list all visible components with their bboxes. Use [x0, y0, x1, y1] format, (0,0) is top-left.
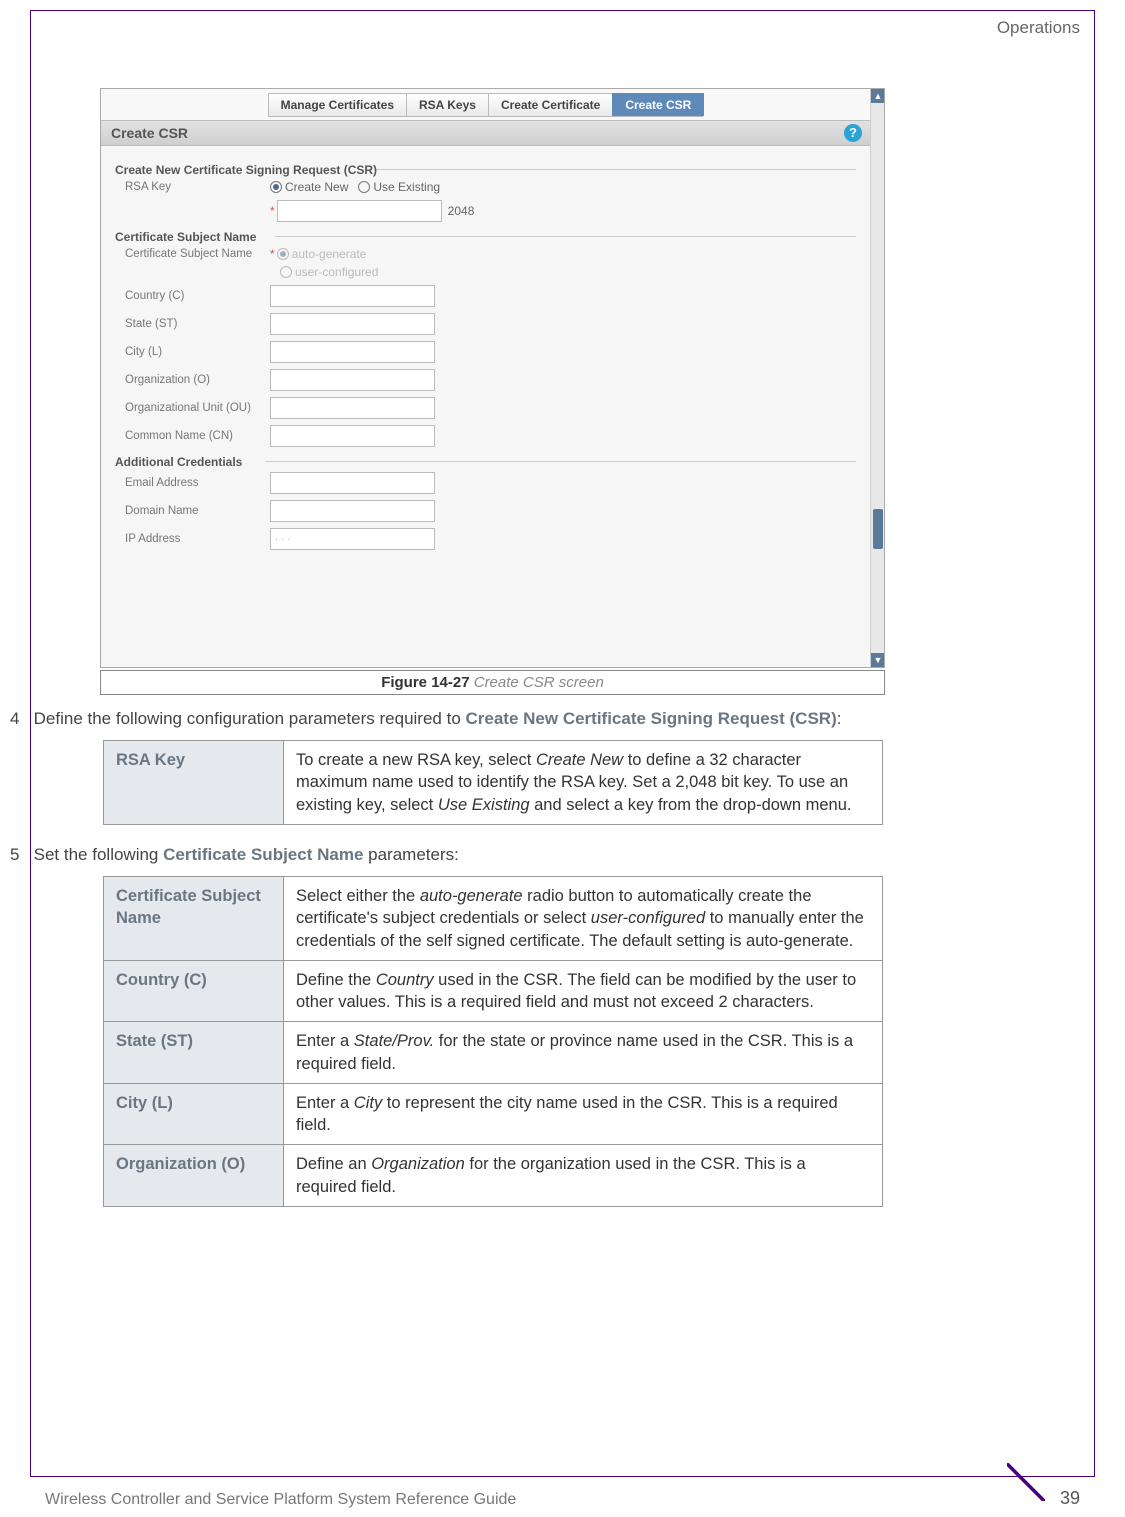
figure-title: Create CSR screen: [474, 674, 604, 691]
footer-doc-title: Wireless Controller and Service Platform…: [45, 1491, 516, 1509]
help-icon[interactable]: ?: [844, 124, 862, 142]
legend-additional: Additional Credentials: [115, 455, 856, 469]
label-cn: Common Name (CN): [125, 430, 270, 442]
tab-rsa-keys[interactable]: RSA Keys: [406, 93, 489, 116]
tab-create-csr[interactable]: Create CSR: [612, 93, 704, 116]
label-city: City (L): [125, 346, 270, 358]
radio-create-new-label: Create New: [285, 180, 348, 194]
radio-user-configured-label: user-configured: [295, 265, 378, 279]
table-row: State (ST) Enter a State/Prov. for the s…: [104, 1022, 883, 1084]
table-subject-name: Certificate Subject Name Select either t…: [103, 876, 883, 1207]
step-5: 5 Set the following Certificate Subject …: [10, 844, 459, 867]
tab-manage-certificates[interactable]: Manage Certificates: [268, 93, 407, 116]
tab-bar: Manage Certificates RSA Keys Create Cert…: [101, 89, 870, 117]
table-row: Country (C) Define the Country used in t…: [104, 960, 883, 1022]
scroll-down-icon[interactable]: ▼: [871, 653, 885, 667]
footer-slash-icon: [1007, 1463, 1045, 1501]
footer-page-number: 39: [1060, 1488, 1080, 1509]
org-input[interactable]: [270, 369, 435, 391]
radio-use-existing-label: Use Existing: [373, 180, 440, 194]
step5-text-a: Set the following: [34, 845, 163, 864]
ou-input[interactable]: [270, 397, 435, 419]
scroll-up-icon[interactable]: ▲: [871, 89, 885, 103]
step4-text-b: :: [837, 709, 842, 728]
table-row: City (L) Enter a City to represent the c…: [104, 1083, 883, 1145]
radio-user-configured[interactable]: [280, 266, 292, 278]
form-body: Create New Certificate Signing Request (…: [101, 147, 870, 667]
ip-input[interactable]: . . .: [270, 528, 435, 550]
panel-header: Create CSR ?: [101, 120, 870, 146]
cell-org-header: Organization (O): [104, 1145, 284, 1207]
cell-city-desc: Enter a City to represent the city name …: [284, 1083, 883, 1145]
table-row: RSA Key To create a new RSA key, select …: [104, 741, 883, 825]
state-input[interactable]: [270, 313, 435, 335]
legend-csr: Create New Certificate Signing Request (…: [115, 163, 856, 177]
cell-rsa-key-desc: To create a new RSA key, select Create N…: [284, 741, 883, 825]
email-input[interactable]: [270, 472, 435, 494]
step-num: 4: [10, 709, 19, 728]
figure-caption: Figure 14-27 Create CSR screen: [100, 670, 885, 695]
csr-screenshot: ▲ ▼ Manage Certificates RSA Keys Create …: [100, 88, 885, 668]
city-input[interactable]: [270, 341, 435, 363]
cell-csn-header: Certificate Subject Name: [104, 877, 284, 961]
cell-org-desc: Define an Organization for the organizat…: [284, 1145, 883, 1207]
radio-create-new[interactable]: [270, 181, 282, 193]
scrollbar[interactable]: ▲ ▼: [870, 89, 884, 667]
required-star-icon: *: [270, 204, 275, 218]
tab-create-certificate[interactable]: Create Certificate: [488, 93, 613, 116]
label-ip: IP Address: [125, 533, 270, 545]
cell-city-header: City (L): [104, 1083, 284, 1145]
step5-bold: Certificate Subject Name: [163, 845, 363, 864]
required-star-icon: *: [270, 247, 275, 261]
cell-state-header: State (ST): [104, 1022, 284, 1084]
radio-auto-generate[interactable]: [277, 248, 289, 260]
step-num: 5: [10, 845, 19, 864]
radio-auto-generate-label: auto-generate: [292, 247, 367, 261]
label-country: Country (C): [125, 290, 270, 302]
label-rsa-key: RSA Key: [125, 181, 270, 193]
label-email: Email Address: [125, 477, 270, 489]
label-csn: Certificate Subject Name: [125, 248, 270, 260]
rsa-key-name-input[interactable]: [277, 200, 442, 222]
cn-input[interactable]: [270, 425, 435, 447]
step4-bold: Create New Certificate Signing Request (…: [466, 709, 837, 728]
scroll-thumb[interactable]: [873, 509, 883, 549]
cell-rsa-key-header: RSA Key: [104, 741, 284, 825]
table-rsa-key: RSA Key To create a new RSA key, select …: [103, 740, 883, 825]
step-4: 4 Define the following configuration par…: [10, 708, 841, 731]
step4-text-a: Define the following configuration param…: [34, 709, 466, 728]
header-section: Operations: [997, 18, 1080, 38]
table-row: Organization (O) Define an Organization …: [104, 1145, 883, 1207]
cell-state-desc: Enter a State/Prov. for the state or pro…: [284, 1022, 883, 1084]
domain-input[interactable]: [270, 500, 435, 522]
label-ou: Organizational Unit (OU): [125, 402, 270, 414]
figure-number: Figure 14-27: [381, 674, 469, 691]
radio-use-existing[interactable]: [358, 181, 370, 193]
cell-country-header: Country (C): [104, 960, 284, 1022]
cell-csn-desc: Select either the auto-generate radio bu…: [284, 877, 883, 961]
step5-text-b: parameters:: [363, 845, 458, 864]
cell-country-desc: Define the Country used in the CSR. The …: [284, 960, 883, 1022]
panel-title: Create CSR: [111, 125, 188, 141]
label-domain: Domain Name: [125, 505, 270, 517]
table-row: Certificate Subject Name Select either t…: [104, 877, 883, 961]
bits-label: 2048: [448, 204, 475, 218]
legend-subject-name: Certificate Subject Name: [115, 230, 856, 244]
country-input[interactable]: [270, 285, 435, 307]
label-org: Organization (O): [125, 374, 270, 386]
label-state: State (ST): [125, 318, 270, 330]
